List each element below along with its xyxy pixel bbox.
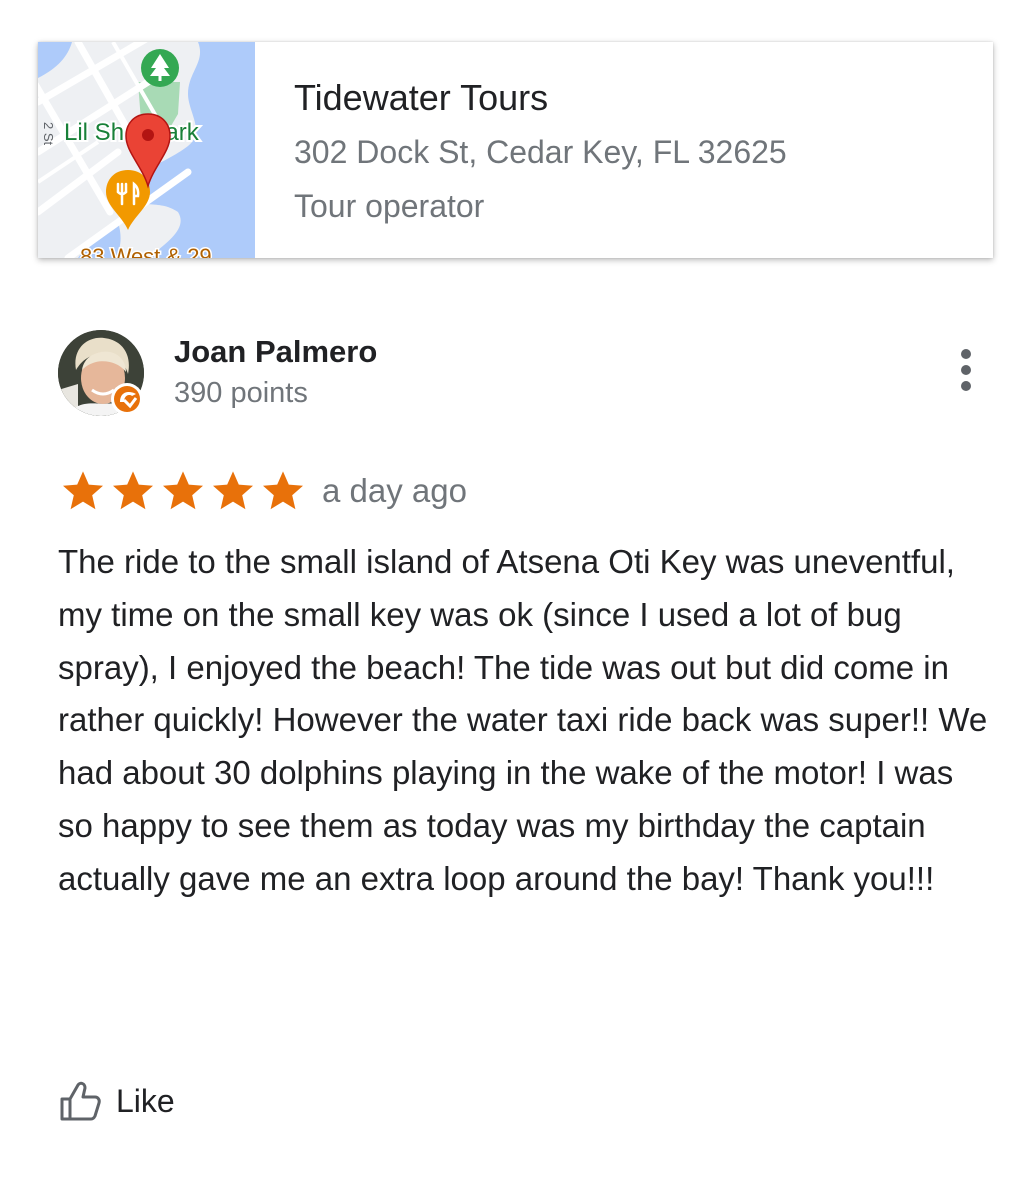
reviewer-points: 390 points xyxy=(174,377,308,409)
star-icon xyxy=(108,467,158,515)
star-icon xyxy=(58,467,108,515)
thumbs-up-icon xyxy=(58,1079,102,1123)
map-bottom-label: 83 West & 29 xyxy=(80,244,212,258)
place-name[interactable]: Tidewater Tours xyxy=(294,78,973,118)
more-vert-icon xyxy=(959,348,973,397)
place-category: Tour operator xyxy=(294,188,485,224)
rating-row: a day ago xyxy=(58,466,467,516)
reviewer-header: Joan Palmero 390 points xyxy=(58,330,988,420)
place-address: 302 Dock St, Cedar Key, FL 32625 xyxy=(294,134,787,170)
star-rating xyxy=(58,467,308,515)
more-options-button[interactable] xyxy=(944,348,988,396)
place-info: Tidewater Tours 302 Dock St, Cedar Key, … xyxy=(294,78,973,225)
star-icon xyxy=(158,467,208,515)
park-icon xyxy=(141,49,179,87)
map-street-label: 2 St xyxy=(41,122,56,146)
map-thumbnail[interactable]: 2 St Lil Sh k Park 83 West & 29 xyxy=(38,42,255,258)
review-date: a day ago xyxy=(322,472,467,509)
reviewer-name[interactable]: Joan Palmero xyxy=(174,334,377,370)
place-card[interactable]: 2 St Lil Sh k Park 83 West & 29 xyxy=(38,42,993,258)
star-icon xyxy=(258,467,308,515)
review-text: The ride to the small island of Atsena O… xyxy=(58,543,988,897)
like-button[interactable]: Like xyxy=(58,1072,175,1130)
star-icon xyxy=(208,467,258,515)
like-label: Like xyxy=(116,1083,175,1119)
local-guide-icon xyxy=(110,382,144,416)
